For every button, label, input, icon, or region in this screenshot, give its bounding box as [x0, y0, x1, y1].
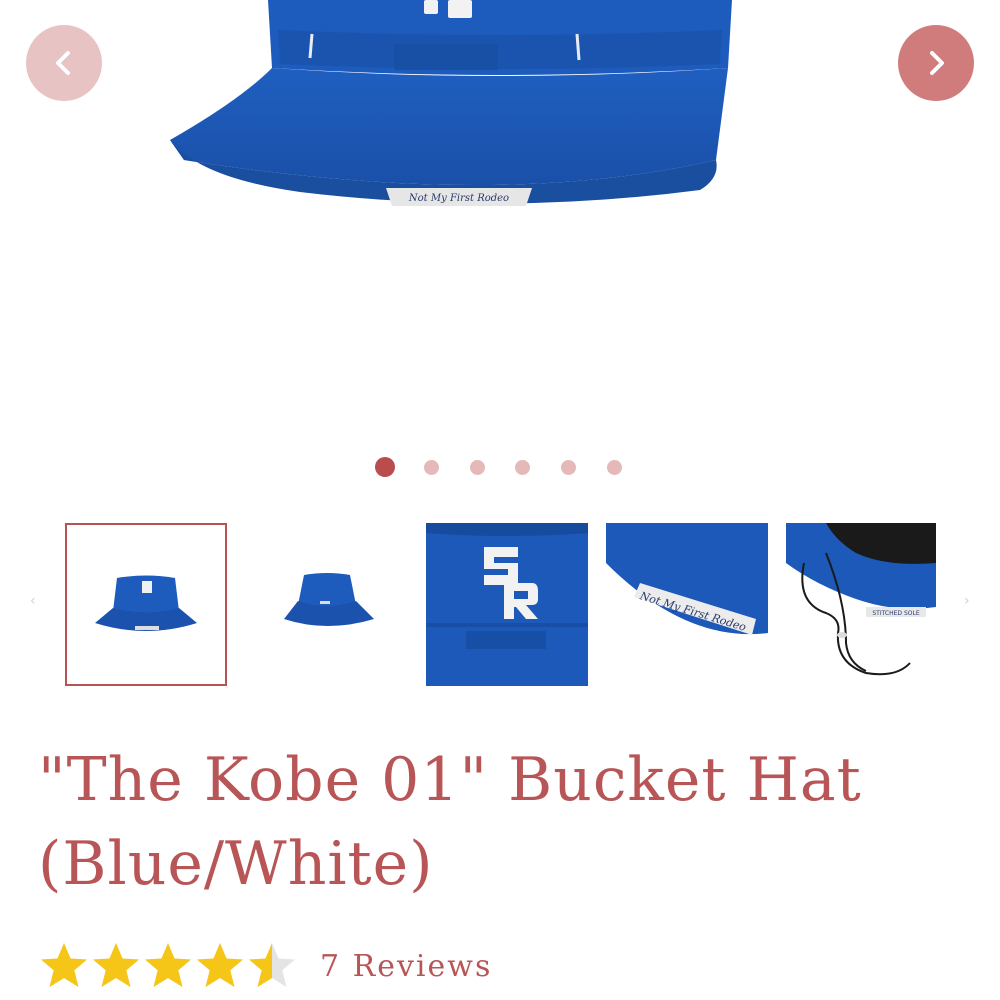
pagination-dot-6[interactable] — [607, 460, 622, 475]
product-rating: 7 Reviews — [38, 938, 492, 994]
underside-tag-text: STITCHED SOLE — [872, 610, 919, 617]
pagination-dot-4[interactable] — [515, 460, 530, 475]
star-rating[interactable] — [38, 940, 298, 992]
star-icon — [145, 943, 191, 987]
next-image-button[interactable] — [898, 25, 974, 101]
thumb-brim-label-closeup[interactable]: Not My First Rodeo — [606, 523, 768, 686]
previous-image-button[interactable] — [26, 25, 102, 101]
thumb-logo-closeup[interactable] — [426, 523, 588, 686]
star-icon — [249, 943, 295, 987]
hat-label-text: Not My First Rodeo — [408, 193, 509, 204]
pagination-dot-3[interactable] — [470, 460, 485, 475]
pagination-dot-1[interactable] — [375, 457, 395, 477]
reviews-link[interactable]: 7 Reviews — [320, 949, 492, 984]
product-main-image[interactable]: Not My First Rodeo — [0, 0, 1000, 440]
thumb-front-view[interactable] — [65, 523, 227, 686]
star-icon — [41, 943, 87, 987]
star-icon — [197, 943, 243, 987]
pagination-dot-2[interactable] — [424, 460, 439, 475]
pagination-dot-5[interactable] — [561, 460, 576, 475]
star-icon — [93, 943, 139, 987]
image-pagination-dots — [0, 457, 1000, 479]
thumbnail-scroll-left-icon[interactable]: ‹ — [30, 593, 36, 609]
product-title: "The Kobe 01" Bucket Hat (Blue/White) — [38, 745, 862, 899]
chevron-left-icon — [56, 51, 70, 75]
thumb-underside-strap[interactable]: STITCHED SOLE — [786, 523, 948, 686]
chevron-right-icon — [930, 51, 944, 75]
thumbnail-scroll-right-icon[interactable]: › — [964, 593, 970, 609]
thumb-side-view[interactable] — [246, 523, 408, 686]
bucket-hat-image: Not My First Rodeo — [170, 0, 732, 206]
